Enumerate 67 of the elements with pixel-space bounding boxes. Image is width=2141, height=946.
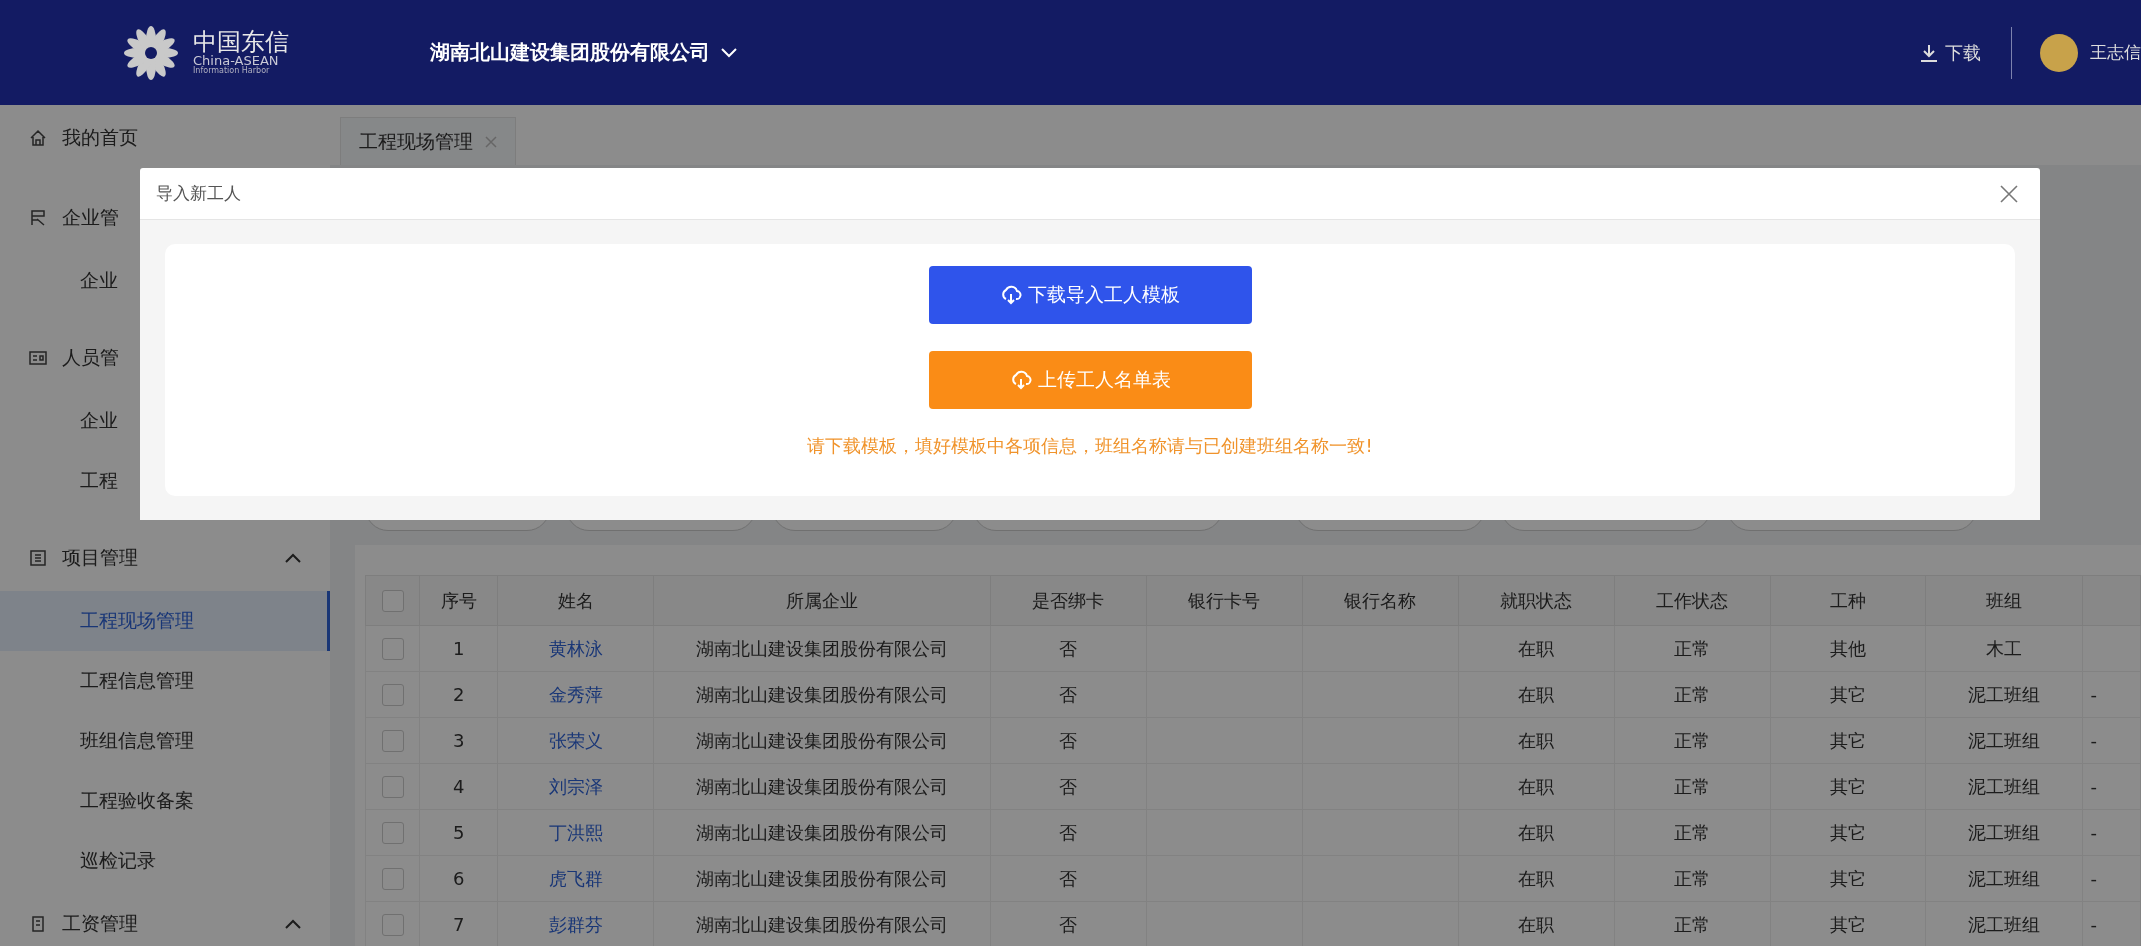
table-cell: 其它	[1770, 855, 1926, 902]
table-cell: 在职	[1458, 763, 1615, 810]
brand-name: 中国东信	[193, 30, 289, 54]
table-cell: 其它	[1770, 671, 1926, 718]
sidebar-label: 工资管理	[62, 911, 138, 936]
column-header: 是否绑卡	[990, 575, 1147, 626]
table-cell: 2	[419, 671, 498, 718]
table-cell: 在职	[1458, 855, 1615, 902]
column-header: 所属企业	[653, 575, 991, 626]
table-cell: -	[2082, 763, 2141, 810]
table-cell: 湖南北山建设集团股份有限公司	[653, 625, 991, 672]
table-cell: 湖南北山建设集团股份有限公司	[653, 671, 991, 718]
table-cell: 其他	[1770, 625, 1926, 672]
table-cell: 正常	[1614, 809, 1771, 856]
table-cell: 在职	[1458, 625, 1615, 672]
table-cell: 正常	[1614, 763, 1771, 810]
table-cell: 泥工班组	[1925, 855, 2083, 902]
column-header: 就职状态	[1458, 575, 1615, 626]
table-cell: 在职	[1458, 671, 1615, 718]
column-header: 银行卡号	[1146, 575, 1303, 626]
table-cell: 湖南北山建设集团股份有限公司	[653, 717, 991, 764]
hint-text: 请下载模板，填好模板中各项信息，班组名称请与已创建班组名称一致!	[807, 434, 1373, 458]
table-cell: 湖南北山建设集团股份有限公司	[653, 763, 991, 810]
table-cell: 湖南北山建设集团股份有限公司	[653, 809, 991, 856]
table-cell: 正常	[1614, 671, 1771, 718]
table-cell: 否	[990, 763, 1147, 810]
table-cell: 正常	[1614, 717, 1771, 764]
dialog-title: 导入新工人	[156, 182, 241, 205]
table-cell: 木工	[1925, 625, 2083, 672]
table-cell: 泥工班组	[1925, 809, 2083, 856]
table-cell: -	[2082, 671, 2141, 718]
table-cell: 否	[990, 717, 1147, 764]
table-cell: 4	[419, 763, 498, 810]
table-cell: 泥工班组	[1925, 671, 2083, 718]
table-cell: 泥工班组	[1925, 717, 2083, 764]
column-header: 班组	[1925, 575, 2083, 626]
table-cell: -	[2082, 717, 2141, 764]
sidebar-label: 人员管	[62, 345, 119, 370]
table-cell: 其它	[1770, 809, 1926, 856]
table-cell: 1	[419, 625, 498, 672]
table-cell: 其它	[1770, 763, 1926, 810]
table-cell: 6	[419, 855, 498, 902]
table-cell: 正常	[1614, 855, 1771, 902]
brand-tagline: Information Harbor	[193, 67, 270, 75]
column-header: 银行名称	[1302, 575, 1459, 626]
table-cell: 泥工班组	[1925, 763, 2083, 810]
table-cell: 在职	[1458, 809, 1615, 856]
table-cell: 其它	[1770, 717, 1926, 764]
table-cell: 正常	[1614, 625, 1771, 672]
brand-english: China-ASEAN	[193, 54, 279, 67]
table-cell: 否	[990, 671, 1147, 718]
table-cell: 5	[419, 809, 498, 856]
column-header: 序号	[419, 575, 498, 626]
column-header: 工作状态	[1614, 575, 1771, 626]
column-header: 姓名	[497, 575, 654, 626]
table-cell: 3	[419, 717, 498, 764]
table-cell: 否	[990, 855, 1147, 902]
table-cell: 否	[990, 809, 1147, 856]
column-header: 工种	[1770, 575, 1926, 626]
table-cell: 否	[990, 625, 1147, 672]
sidebar-label: 企业管	[62, 205, 119, 230]
table-cell: -	[2082, 809, 2141, 856]
table-cell: 湖南北山建设集团股份有限公司	[653, 855, 991, 902]
sidebar-label: 项目管理	[62, 545, 138, 570]
table-cell: -	[2082, 855, 2141, 902]
sidebar-label: 我的首页	[62, 125, 138, 150]
table-cell: 在职	[1458, 717, 1615, 764]
